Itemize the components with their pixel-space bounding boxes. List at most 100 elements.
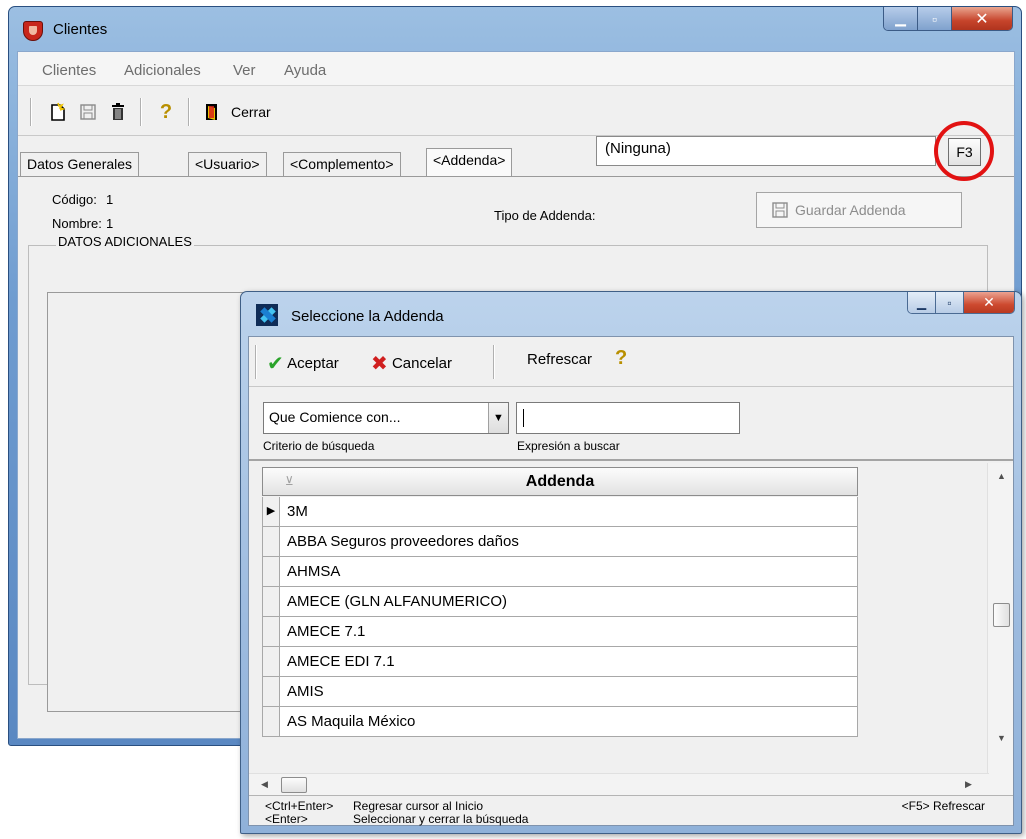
tipo-addenda-label: Tipo de Addenda: [494, 208, 596, 223]
expresion-label: Expresión a buscar [517, 439, 620, 453]
addenda-grid: ⊻ Addenda ▶ 3M ABBA Seguros proveedores d… [249, 463, 1013, 795]
table-row[interactable]: ▶ 3M [262, 497, 858, 527]
dialog-maximize-button[interactable]: ▫ [936, 292, 964, 313]
scroll-up-icon[interactable]: ▲ [997, 471, 1006, 481]
table-row[interactable]: ABBA Seguros proveedores daños [262, 527, 858, 557]
dialog-close-button[interactable]: ✕ [964, 292, 1014, 313]
dialog-title: Seleccione la Addenda [291, 308, 444, 325]
toolbar-separator [493, 345, 495, 379]
chevron-down-icon[interactable]: ▼ [488, 403, 508, 433]
shortcut-enter: <Enter> [265, 812, 308, 826]
table-row[interactable]: AMIS [262, 677, 858, 707]
save-disabled-icon[interactable] [78, 102, 98, 122]
current-row-arrow-icon: ▶ [263, 497, 280, 526]
row-label: 3M [287, 503, 308, 520]
table-row[interactable]: AS Maquila México [262, 707, 858, 737]
row-label: AHMSA [287, 563, 341, 580]
sort-indicator-icon: ⊻ [285, 474, 294, 488]
addenda-header-label: Addenda [525, 473, 595, 490]
highlight-circle [934, 121, 994, 181]
guardar-addenda-button[interactable]: Guardar Addenda [756, 192, 962, 228]
delete-trash-icon[interactable] [108, 102, 128, 122]
table-row[interactable]: AMECE EDI 7.1 [262, 647, 858, 677]
toolbar-separator [188, 98, 190, 126]
tab-datos-generales[interactable]: Datos Generales [20, 152, 140, 176]
shortcut-enter-desc: Seleccionar y cerrar la búsqueda [353, 812, 529, 826]
row-indicator [263, 677, 280, 706]
horizontal-scrollbar[interactable]: ◀ ▶ [249, 773, 989, 795]
scroll-right-icon[interactable]: ▶ [965, 779, 972, 790]
row-label: AMECE 7.1 [287, 623, 366, 640]
help-question-icon[interactable]: ? [615, 347, 627, 370]
row-indicator [263, 557, 280, 586]
red-x-icon: ✖ [371, 353, 388, 375]
maximize-button[interactable]: ▫ [918, 7, 952, 30]
save-icon [772, 202, 788, 218]
row-label: ABBA Seguros proveedores daños [287, 533, 519, 550]
vertical-scrollbar[interactable]: ▲ ▼ [987, 463, 1013, 795]
toolbar-grip [255, 345, 257, 379]
window-title: Clientes [53, 21, 108, 38]
row-indicator [263, 647, 280, 676]
expresion-input[interactable] [516, 402, 740, 434]
refrescar-button[interactable]: Refrescar [527, 351, 592, 368]
shortcut-f5-refresh: <F5> Refrescar [901, 799, 985, 813]
close-button[interactable]: ✕ [952, 7, 1012, 30]
addenda-column-header[interactable]: ⊻ Addenda [262, 467, 858, 496]
dialog-toolbar: ✔ Aceptar ✖ Cancelar Refrescar ? [249, 337, 1013, 387]
row-indicator [263, 617, 280, 646]
cancelar-button[interactable]: ✖ Cancelar [371, 351, 452, 376]
help-question-icon[interactable]: ? [156, 102, 176, 122]
new-document-icon[interactable] [48, 102, 68, 122]
toolbar-grip [30, 98, 32, 126]
horizontal-scroll-thumb[interactable] [281, 777, 307, 793]
aceptar-label: Aceptar [287, 355, 339, 372]
app-logo-icon [256, 304, 278, 326]
search-panel: Que Comience con... ▼ Criterio de búsque… [249, 388, 1013, 461]
row-indicator [263, 587, 280, 616]
close-toolbar-label[interactable]: Cerrar [231, 104, 271, 120]
criterio-label: Criterio de búsqueda [263, 439, 375, 453]
exit-door-icon[interactable] [202, 102, 222, 122]
row-label: AMIS [287, 683, 324, 700]
checkmark-icon: ✔ [267, 353, 284, 375]
cancelar-label: Cancelar [391, 355, 452, 372]
toolbar-separator [140, 98, 142, 126]
row-label: AS Maquila México [287, 713, 416, 730]
dialog-minimize-button[interactable]: ▁ [908, 292, 936, 313]
table-row[interactable]: AMECE 7.1 [262, 617, 858, 647]
title-bar[interactable]: Clientes [9, 7, 1021, 51]
shield-app-icon [23, 21, 43, 41]
table-row[interactable]: AMECE (GLN ALFANUMERICO) [262, 587, 858, 617]
minimize-button[interactable]: ▁ [884, 7, 918, 30]
menu-clientes[interactable]: Clientes [42, 62, 96, 79]
tipo-addenda-field[interactable]: (Ninguna) [596, 136, 936, 166]
codigo-label: Código: [52, 192, 97, 207]
nombre-label: Nombre: [52, 216, 102, 231]
row-indicator [263, 527, 280, 556]
caption-buttons: ▁ ▫ ✕ [883, 7, 1013, 31]
menu-adicionales[interactable]: Adicionales [124, 62, 201, 79]
scroll-left-icon[interactable]: ◀ [261, 779, 268, 790]
criterio-combo[interactable]: Que Comience con... ▼ [263, 402, 509, 434]
dialog-client-area: ✔ Aceptar ✖ Cancelar Refrescar ? Que Com… [248, 336, 1014, 826]
menu-ver[interactable]: Ver [233, 62, 256, 79]
codigo-value: 1 [106, 192, 114, 207]
tab-addenda[interactable]: <Addenda> [426, 148, 513, 177]
status-bar: <Ctrl+Enter> Regresar cursor al Inicio <… [249, 795, 1013, 827]
vertical-scroll-thumb[interactable] [993, 603, 1010, 627]
menu-bar: Clientes Adicionales Ver Ayuda [18, 52, 1014, 86]
scroll-down-icon[interactable]: ▼ [997, 733, 1006, 743]
tab-complemento[interactable]: <Complemento> [283, 152, 401, 176]
main-toolbar: ? Cerrar [18, 86, 1014, 136]
seleccione-addenda-dialog: Seleccione la Addenda ▁ ▫ ✕ ✔ Aceptar ✖ … [240, 291, 1022, 834]
row-label: AMECE (GLN ALFANUMERICO) [287, 593, 508, 610]
criterio-value: Que Comience con... [269, 409, 401, 425]
nombre-value: 1 [106, 216, 114, 231]
tab-usuario[interactable]: <Usuario> [188, 152, 267, 176]
aceptar-button[interactable]: ✔ Aceptar [267, 351, 339, 376]
table-row[interactable]: AHMSA [262, 557, 858, 587]
row-indicator [263, 707, 280, 736]
menu-ayuda[interactable]: Ayuda [284, 62, 326, 79]
row-label: AMECE EDI 7.1 [287, 653, 395, 670]
